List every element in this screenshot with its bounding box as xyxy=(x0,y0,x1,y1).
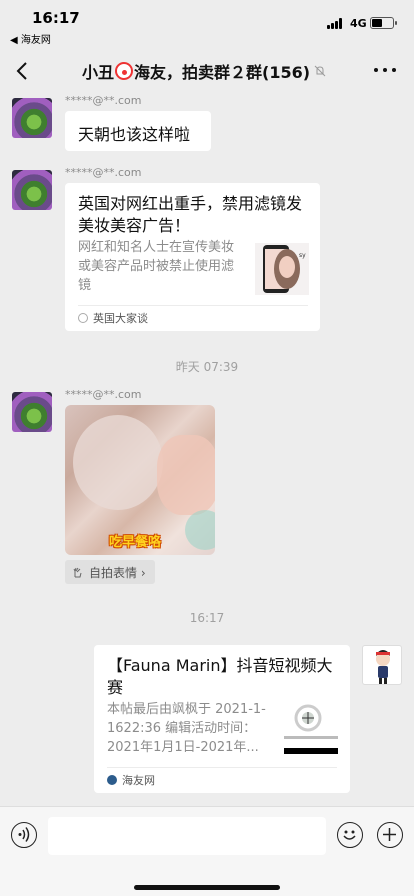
sender-name: *****@**.com xyxy=(65,166,142,179)
article-title: 英国对网红出重手，禁用滤镜发美妆美容广告！ xyxy=(78,194,303,235)
status-time: 16:17 xyxy=(32,9,80,27)
chat-title: 小丑 海友，拍卖群２群(156) xyxy=(82,59,342,83)
article-source: 海友网 xyxy=(107,772,155,788)
avatar[interactable] xyxy=(12,392,52,432)
article-title: 【Fauna Marin】抖音短视频大赛 xyxy=(107,656,333,697)
back-arrow-icon[interactable] xyxy=(14,60,32,82)
source-icon xyxy=(78,313,88,323)
chat-title-suffix: 海友，拍卖群２群(156) xyxy=(134,63,311,82)
photo-sticker[interactable]: 吃早餐咯 xyxy=(65,405,215,555)
avatar[interactable] xyxy=(12,98,52,138)
smiley-icon xyxy=(343,830,356,840)
more-actions-button[interactable] xyxy=(377,822,403,848)
photo-caption: 吃早餐咯 xyxy=(109,535,162,550)
message-input[interactable] xyxy=(48,817,326,855)
chat-header: 小丑 海友，拍卖群２群(156) xyxy=(0,46,414,96)
chat-timestamp: 昨天 07:39 xyxy=(175,360,239,374)
my-avatar[interactable] xyxy=(362,645,402,685)
hand-icon xyxy=(73,567,82,578)
article-source-name: 海友网 xyxy=(122,774,155,787)
article-thumbnail: sy xyxy=(255,243,309,295)
input-bar xyxy=(0,806,414,896)
voice-icon xyxy=(18,827,30,842)
battery-level xyxy=(372,19,382,27)
sender-name: *****@**.com xyxy=(65,94,142,107)
chat-timestamp: 16:17 xyxy=(189,611,225,625)
chat-title-prefix: 小丑 xyxy=(82,63,115,82)
plus-icon xyxy=(383,828,396,841)
home-indicator xyxy=(134,885,280,890)
article-card[interactable]: 英国对网红出重手，禁用滤镜发美妆美容广告！ 网红和知名人士在宣传美妆或美容产品时… xyxy=(65,183,320,331)
article-thumbnail xyxy=(284,700,338,754)
signal-icon xyxy=(327,18,345,29)
sticker-tag-label: 自拍表情 › xyxy=(89,565,146,580)
clown-emoji-icon xyxy=(115,62,134,80)
article-card[interactable]: 【Fauna Marin】抖音短视频大赛 本帖最后由飒枫于 2021-1-162… xyxy=(94,645,350,793)
article-description: 本帖最后由飒枫于 2021-1-1622:36 编辑活动时间：2021年1月1日… xyxy=(107,702,266,755)
network-type: 4G xyxy=(350,17,367,30)
status-bar: 16:17 ◀ 海友网 4G xyxy=(0,0,414,46)
article-description: 网红和知名人士在宣传美妆或美容产品时被禁止使用滤镜 xyxy=(78,240,235,293)
back-to-app-link[interactable]: ◀ 海友网 xyxy=(10,31,51,46)
source-icon xyxy=(107,775,117,785)
emoji-button[interactable] xyxy=(337,822,363,848)
article-source-name: 英国大家谈 xyxy=(93,312,148,325)
avatar[interactable] xyxy=(12,170,52,210)
article-source: 英国大家谈 xyxy=(78,310,148,326)
more-options-icon[interactable] xyxy=(374,68,396,74)
sender-name: *****@**.com xyxy=(65,388,142,401)
voice-input-button[interactable] xyxy=(11,822,37,848)
battery-icon xyxy=(370,17,397,29)
mute-bell-icon xyxy=(314,65,326,77)
divider xyxy=(78,305,308,306)
text-message-bubble[interactable]: 天朝也该这样啦 xyxy=(65,111,211,151)
divider xyxy=(107,767,337,768)
message-text: 天朝也该这样啦 xyxy=(78,125,191,144)
selfie-sticker-link[interactable]: 自拍表情 › xyxy=(65,560,155,584)
svg-text:sy: sy xyxy=(299,252,306,259)
